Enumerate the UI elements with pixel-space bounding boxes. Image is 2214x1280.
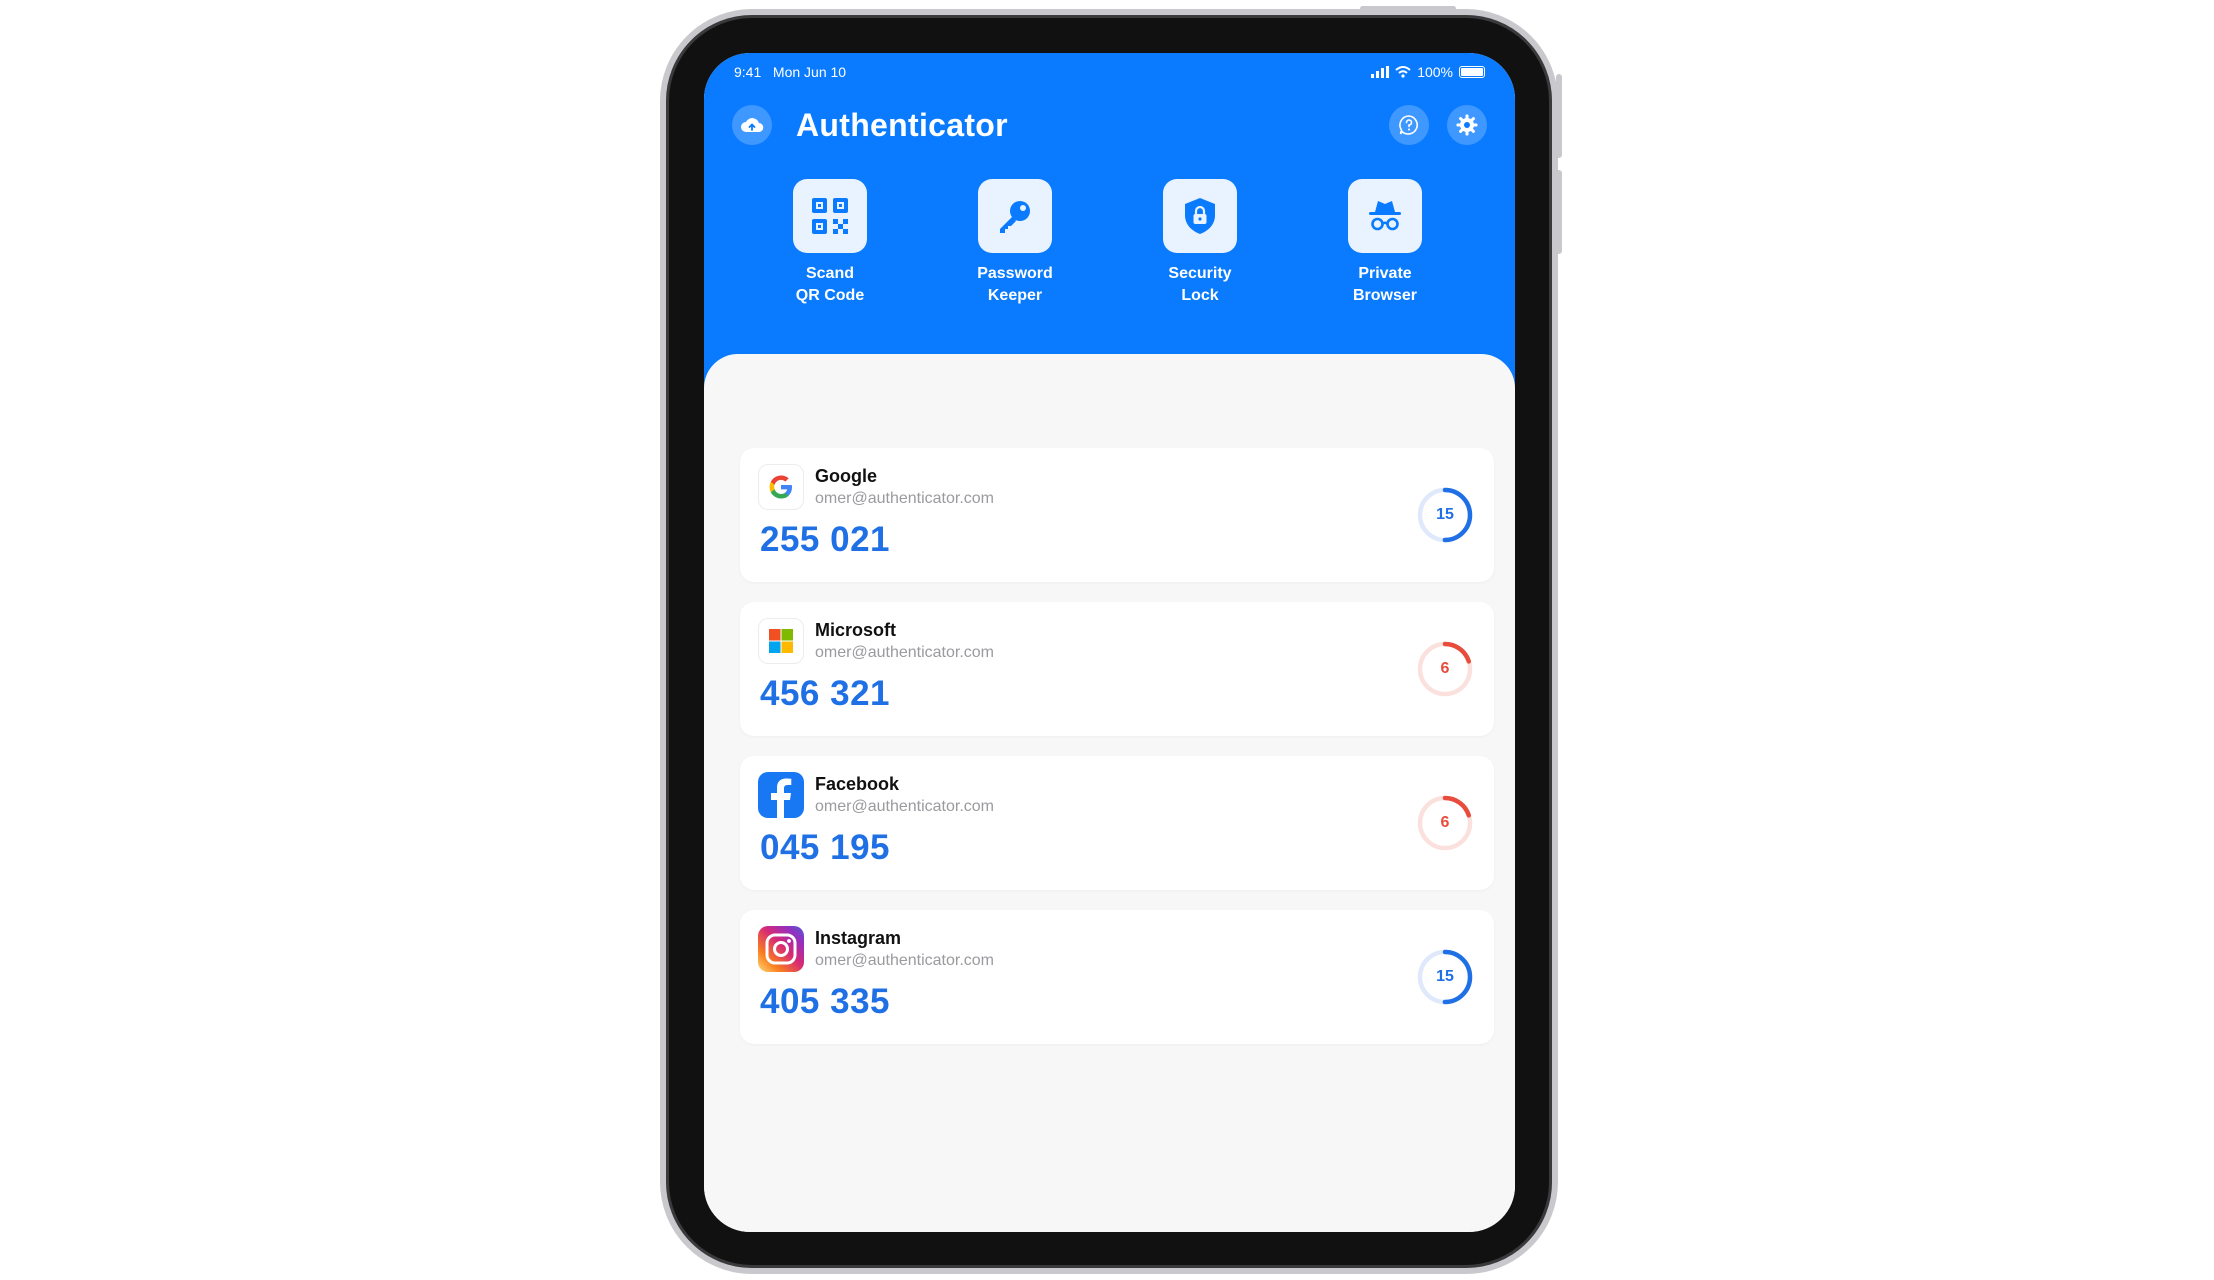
facebook-logo-icon [771,778,792,818]
account-card-microsoft[interactable]: Microsoft omer@authenticator.com 456 321… [740,602,1494,736]
signal-icon [1371,66,1390,78]
battery-percent: 100% [1417,64,1453,80]
app-title: Authenticator [796,106,1008,143]
settings-button[interactable] [1447,105,1487,145]
feature-icon-box [1348,179,1422,253]
microsoft-logo-icon [769,629,793,653]
feature-label: Password Keeper [977,265,1053,304]
account-card-instagram[interactable]: Instagram omer@authenticator.com 405 335… [740,910,1494,1044]
countdown-seconds: 6 [1440,814,1450,831]
feature-private-browser[interactable]: Private Browser [1320,179,1450,307]
instagram-logo-icon [765,933,797,965]
feature-icon-box [978,179,1052,253]
account-name: Google [815,466,877,486]
gear-icon [1456,114,1478,136]
help-button[interactable] [1389,105,1429,145]
status-time: 9:41 [734,64,762,80]
otp-code[interactable]: 255 021 [760,520,890,560]
wifi-icon [1395,66,1411,78]
countdown-seconds: 15 [1436,506,1454,523]
accounts-sheet: Google omer@authenticator.com 255 021 15 [704,354,1515,1232]
app-screen: 9:41 Mon Jun 10 100% Authenticator Scand… [704,53,1515,1232]
account-logo [758,926,804,972]
otp-code[interactable]: 405 335 [760,982,890,1022]
countdown-timer: 15 [1416,486,1474,544]
countdown-timer: 15 [1416,948,1474,1006]
account-logo [758,618,804,664]
volume-up-button [1556,74,1562,158]
cloud-upload-icon [741,118,764,133]
cloud-sync-button[interactable] [732,105,772,145]
google-logo-icon [769,475,792,499]
account-card-facebook[interactable]: Facebook omer@authenticator.com 045 195 … [740,756,1494,890]
otp-code[interactable]: 045 195 [760,828,890,868]
account-name: Microsoft [815,620,896,640]
countdown-timer: 6 [1416,794,1474,852]
top-button [1360,6,1456,11]
shield-lock-icon [1185,198,1215,234]
account-logo [758,772,804,818]
incognito-icon [1369,201,1401,231]
status-date: Mon Jun 10 [772,64,847,80]
key-icon [1000,201,1030,233]
countdown-seconds: 6 [1440,660,1450,677]
feature-label: Security Lock [1168,265,1232,304]
help-icon [1399,115,1418,135]
feature-icon-box [793,179,867,253]
account-email: omer@authenticator.com [815,644,994,661]
top-bar: Authenticator [732,95,1487,155]
status-bar: 9:41 Mon Jun 10 100% [734,59,1485,85]
countdown-seconds: 15 [1436,968,1454,985]
account-email: omer@authenticator.com [815,798,994,815]
battery-icon [1459,66,1485,78]
countdown-timer: 6 [1416,640,1474,698]
volume-down-button [1556,170,1562,254]
account-card-google[interactable]: Google omer@authenticator.com 255 021 15 [740,448,1494,582]
account-logo [758,464,804,510]
qr-code-icon [812,198,848,234]
feature-label: Scand QR Code [795,265,865,304]
feature-scan-qr[interactable]: Scand QR Code [765,179,895,307]
account-name: Instagram [815,928,902,948]
otp-code[interactable]: 456 321 [760,674,890,714]
feature-icon-box [1163,179,1237,253]
account-name: Facebook [815,774,900,794]
feature-label: Private Browser [1352,265,1418,304]
account-email: omer@authenticator.com [815,952,994,969]
feature-security-lock[interactable]: Security Lock [1135,179,1265,307]
feature-password-keeper[interactable]: Password Keeper [950,179,1080,307]
account-email: omer@authenticator.com [815,490,994,507]
